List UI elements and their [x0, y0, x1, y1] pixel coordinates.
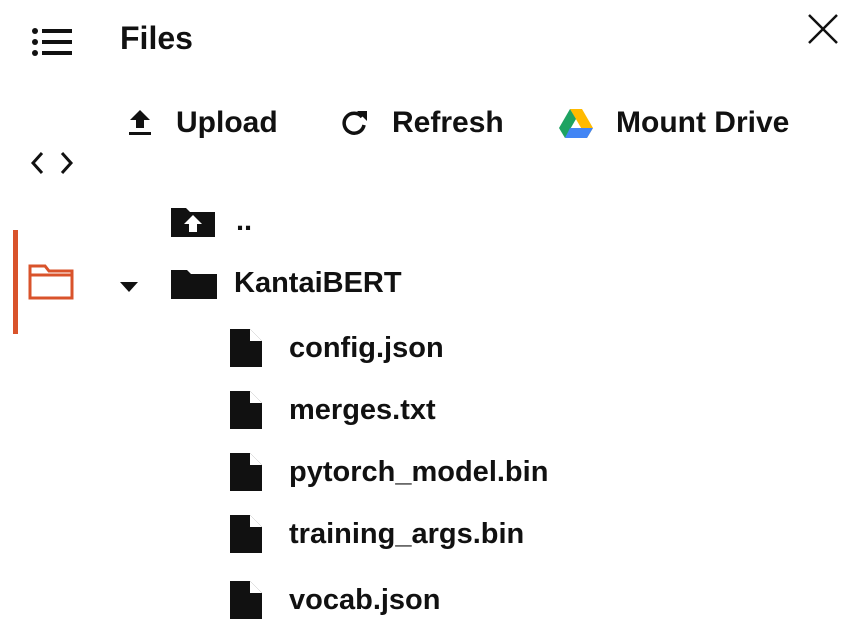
- tree-item-folder[interactable]: KantaiBERT: [170, 266, 402, 300]
- google-drive-icon: [559, 109, 593, 138]
- file-icon: [230, 581, 262, 619]
- toc-icon[interactable]: [30, 24, 74, 60]
- files-folder-icon[interactable]: [28, 262, 74, 300]
- refresh-label: Refresh: [392, 106, 504, 139]
- active-indicator: [13, 230, 18, 334]
- parent-folder-icon: [171, 208, 215, 237]
- file-name: pytorch_model.bin: [289, 455, 549, 488]
- file-icon: [230, 453, 262, 491]
- folder-icon: [171, 270, 217, 299]
- close-icon[interactable]: [806, 12, 840, 46]
- file-item[interactable]: training_args.bin: [228, 514, 524, 554]
- chevron-down-icon[interactable]: [118, 280, 140, 294]
- folder-name: KantaiBERT: [234, 266, 402, 299]
- file-item[interactable]: pytorch_model.bin: [228, 452, 548, 492]
- refresh-button[interactable]: Refresh: [338, 106, 504, 140]
- file-icon: [230, 391, 262, 429]
- file-icon: [230, 329, 262, 367]
- upload-icon: [129, 110, 151, 135]
- code-snippets-icon[interactable]: [30, 148, 74, 178]
- file-icon: [230, 515, 262, 553]
- file-name: vocab.json: [289, 583, 441, 616]
- file-name: config.json: [289, 331, 444, 364]
- file-item[interactable]: config.json: [228, 328, 444, 368]
- file-item[interactable]: vocab.json: [228, 580, 441, 620]
- mount-drive-button[interactable]: Mount Drive: [558, 106, 789, 140]
- upload-button[interactable]: Upload: [126, 106, 278, 140]
- tree-item-label: ..: [236, 204, 253, 237]
- mount-drive-label: Mount Drive: [616, 106, 790, 139]
- file-name: merges.txt: [289, 393, 436, 426]
- tree-item-parent[interactable]: ..: [170, 204, 252, 238]
- file-item[interactable]: merges.txt: [228, 390, 436, 430]
- upload-label: Upload: [176, 106, 278, 139]
- file-name: training_args.bin: [289, 517, 525, 550]
- panel-title: Files: [120, 20, 193, 56]
- refresh-icon: [342, 111, 367, 135]
